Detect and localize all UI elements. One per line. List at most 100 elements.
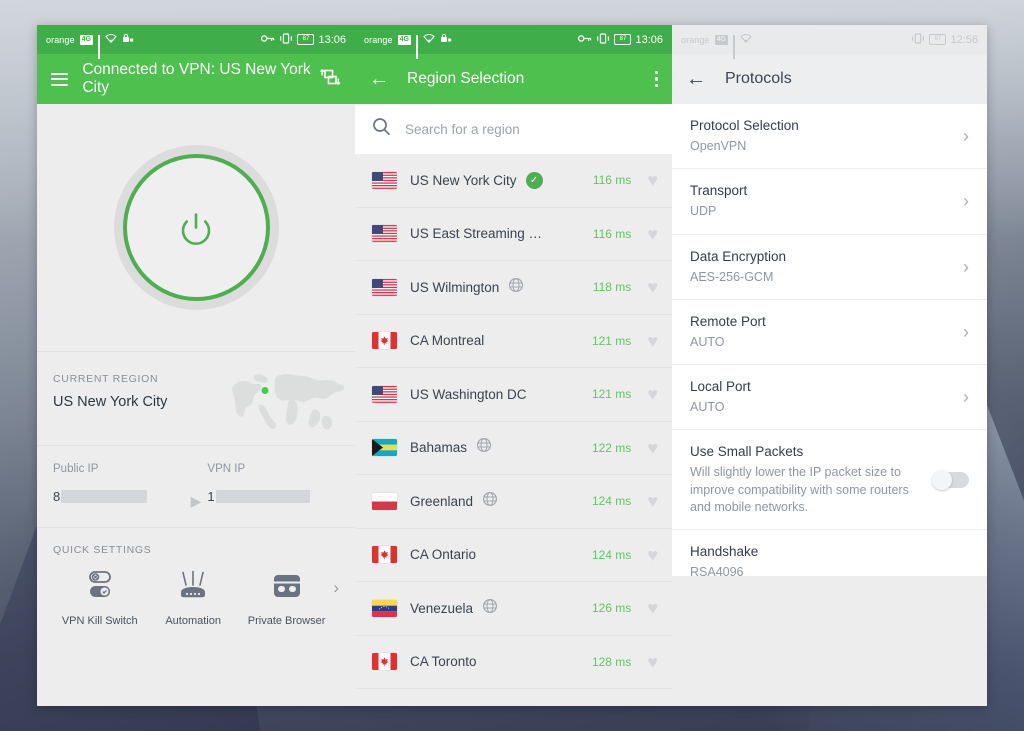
quick-settings-items: VPN Kill Switch Automation bbox=[53, 570, 339, 627]
favorite-heart-icon[interactable]: ♥ bbox=[647, 332, 658, 350]
region-name: CA Montreal bbox=[410, 333, 484, 348]
geo-located-globe-icon bbox=[476, 437, 492, 458]
region-row[interactable]: Venezuela126 ms♥ bbox=[355, 582, 672, 636]
page-title: Connected to VPN: US New York City bbox=[82, 61, 319, 97]
vpn-ip-redaction bbox=[216, 490, 310, 503]
region-row[interactable]: CA Toronto 128 ms ♥ bbox=[355, 636, 672, 690]
protocol-row-title: Remote Port bbox=[690, 314, 951, 329]
protocol-row-value: OpenVPN bbox=[690, 138, 951, 155]
protocol-row[interactable]: Data EncryptionAES-256-GCM› bbox=[672, 235, 987, 300]
flag-icon-ca bbox=[372, 332, 397, 349]
status-clock: 13:06 bbox=[318, 34, 346, 46]
vpn-power-button[interactable] bbox=[114, 145, 279, 310]
protocol-row-title: Local Port bbox=[690, 379, 951, 394]
protocol-row-value: RSA4096 bbox=[690, 564, 969, 581]
protocol-row[interactable]: Remote PortAUTO› bbox=[672, 300, 987, 365]
region-latency: 116 ms bbox=[593, 173, 631, 187]
protocol-row-value: AUTO bbox=[690, 399, 951, 416]
vpn-ip-value: 1 bbox=[207, 489, 339, 504]
favorite-heart-icon[interactable]: ♥ bbox=[647, 653, 658, 671]
region-row[interactable]: Greenland124 ms♥ bbox=[355, 475, 672, 529]
quick-settings-label: QUICK SETTINGS bbox=[53, 544, 339, 556]
battery-indicator: 87 bbox=[929, 34, 946, 45]
quick-setting-label: VPN Kill Switch bbox=[53, 615, 146, 627]
battery-indicator: 87 bbox=[297, 34, 314, 45]
region-row[interactable]: CA Ontario124 ms♥ bbox=[355, 529, 672, 583]
region-name: CA Toronto bbox=[410, 654, 477, 669]
app-bar-protocols: ← Protocols bbox=[672, 54, 987, 104]
protocol-row[interactable]: Use Small PacketsWill slightly lower the… bbox=[672, 430, 987, 530]
kill-switch-toggles-icon bbox=[83, 570, 117, 602]
data-transfer-icon[interactable] bbox=[319, 66, 341, 93]
quick-setting-label: Private Browser bbox=[240, 615, 333, 627]
quick-setting-automation[interactable]: Automation bbox=[146, 570, 239, 627]
protocol-row[interactable]: Local PortAUTO› bbox=[672, 365, 987, 430]
region-row[interactable]: Bahamas122 ms♥ bbox=[355, 422, 672, 476]
favorite-heart-icon[interactable]: ♥ bbox=[647, 492, 658, 510]
region-latency: 124 ms bbox=[592, 494, 631, 508]
region-name: CA Ontario bbox=[410, 547, 476, 562]
vibrate-icon bbox=[279, 33, 293, 47]
status-bar-regions: orange 4G 87 13:06 bbox=[355, 25, 672, 54]
favorite-heart-icon[interactable]: ♥ bbox=[647, 171, 658, 189]
carrier-label: orange bbox=[364, 35, 393, 45]
hamburger-menu-icon[interactable] bbox=[51, 73, 68, 86]
quick-setting-vpn-kill-switch[interactable]: VPN Kill Switch bbox=[53, 570, 146, 627]
region-latency: 126 ms bbox=[592, 601, 631, 615]
back-arrow-icon[interactable]: ← bbox=[369, 69, 389, 89]
overflow-menu-icon[interactable] bbox=[655, 71, 659, 88]
chevron-right-icon: › bbox=[963, 191, 969, 212]
flag-icon-ca bbox=[372, 653, 397, 670]
network-badge: 4G bbox=[715, 35, 728, 45]
lock-icon bbox=[440, 33, 452, 46]
selected-check-icon: ✓ bbox=[526, 172, 543, 189]
back-arrow-icon[interactable]: ← bbox=[686, 69, 706, 89]
vpn-key-icon bbox=[261, 34, 275, 46]
protocol-row[interactable]: Protocol SelectionOpenVPN› bbox=[672, 104, 987, 169]
region-latency: 116 ms bbox=[593, 227, 631, 241]
protocol-row-texts: Use Small PacketsWill slightly lower the… bbox=[690, 444, 921, 516]
favorite-heart-icon[interactable]: ♥ bbox=[647, 225, 658, 243]
search-input[interactable]: Search for a region bbox=[405, 122, 520, 137]
region-row[interactable]: US Wilmington118 ms♥ bbox=[355, 261, 672, 315]
signal-bars-icon bbox=[416, 35, 418, 44]
flag-icon-bs bbox=[372, 439, 397, 456]
favorite-heart-icon[interactable]: ♥ bbox=[647, 599, 658, 617]
favorite-heart-icon[interactable]: ♥ bbox=[647, 385, 658, 403]
region-list[interactable]: US New York City✓116 ms♥US East Streamin… bbox=[355, 154, 672, 706]
region-search-bar[interactable]: Search for a region bbox=[355, 104, 672, 154]
app-bar-regions: ← Region Selection bbox=[355, 54, 672, 104]
current-region-card[interactable]: CURRENT REGION US New York City bbox=[37, 351, 355, 445]
vibrate-icon bbox=[596, 33, 610, 47]
region-name: Bahamas bbox=[410, 440, 467, 455]
vibrate-icon bbox=[911, 33, 925, 47]
favorite-heart-icon[interactable]: ♥ bbox=[647, 546, 658, 564]
vpn-key-icon bbox=[578, 34, 592, 46]
region-name: US Wilmington bbox=[410, 280, 499, 295]
search-icon bbox=[372, 117, 391, 141]
region-row[interactable]: US East Streaming … 116 ms ♥ bbox=[355, 208, 672, 262]
protocol-row[interactable]: TransportUDP › bbox=[672, 169, 987, 234]
region-name: US East Streaming … bbox=[410, 226, 542, 241]
vpn-ip-text: 1 bbox=[207, 489, 214, 504]
quick-settings-more-chevron-right-icon[interactable]: › bbox=[333, 578, 339, 620]
region-row[interactable]: US New York City✓116 ms♥ bbox=[355, 154, 672, 208]
signal-bars-icon bbox=[733, 35, 735, 44]
app-bar-home: Connected to VPN: US New York City bbox=[37, 54, 355, 104]
favorite-heart-icon[interactable]: ♥ bbox=[647, 439, 658, 457]
status-clock: 13:06 bbox=[635, 34, 663, 46]
protocol-row-texts: Data EncryptionAES-256-GCM bbox=[690, 249, 951, 286]
quick-setting-private-browser[interactable]: Private Browser bbox=[240, 570, 333, 627]
lock-icon bbox=[122, 33, 134, 46]
small-packets-toggle[interactable] bbox=[933, 472, 969, 488]
protocol-settings-list[interactable]: Protocol SelectionOpenVPN› TransportUDP › D… bbox=[672, 104, 987, 576]
region-latency: 128 ms bbox=[592, 655, 631, 669]
region-row[interactable]: US Washington DC121 ms♥ bbox=[355, 368, 672, 422]
region-row[interactable]: CA Montreal121 ms♥ bbox=[355, 315, 672, 369]
signal-bars-icon bbox=[98, 35, 100, 44]
flag-icon-ve bbox=[372, 600, 397, 617]
protocol-row-texts: TransportUDP bbox=[690, 183, 951, 220]
public-ip-redaction bbox=[61, 490, 147, 503]
favorite-heart-icon[interactable]: ♥ bbox=[647, 278, 658, 296]
page-title: Region Selection bbox=[407, 70, 524, 88]
